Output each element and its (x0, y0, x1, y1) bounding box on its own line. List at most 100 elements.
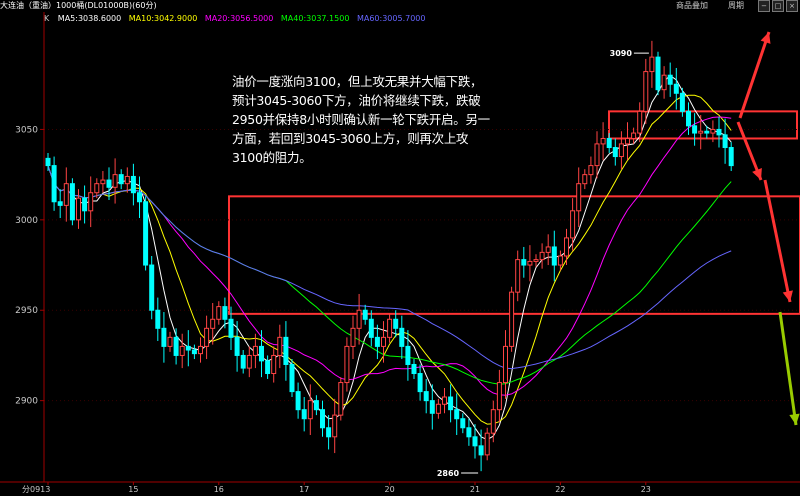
candle-35 (259, 330, 264, 378)
candle-77 (515, 250, 521, 302)
ma-legend: K MA5:3038.6000 MA10:3042.9000 MA20:3056… (44, 14, 425, 23)
candle-65 (442, 387, 447, 414)
instrument-title[interactable]: 大连油（重油）1000桶(DL01000B)(60分) (0, 0, 157, 12)
x-tick-label-0: 分0913 (22, 485, 50, 494)
candle-14 (130, 163, 136, 206)
candle-78 (521, 246, 527, 278)
candle-50 (350, 315, 356, 360)
candle-26 (204, 315, 210, 360)
candle-47 (332, 398, 338, 454)
menu-item-period[interactable]: 周期 (728, 0, 744, 12)
candle-101 (661, 66, 667, 99)
candle-105 (686, 102, 691, 135)
candle-16 (143, 196, 149, 271)
x-tick-label-6: 22 (555, 485, 565, 494)
candle-2 (57, 189, 63, 219)
candle-66 (448, 384, 454, 423)
candle-92 (606, 133, 612, 153)
candle-22 (179, 333, 185, 369)
candle-25 (198, 337, 203, 363)
candle-86 (570, 198, 576, 251)
candle-75 (503, 330, 508, 399)
candle-42 (301, 397, 307, 432)
ma20-label: MA20:3056.5000 (204, 14, 274, 23)
x-tick-label-5: 21 (470, 485, 480, 494)
candle-15 (137, 176, 142, 219)
candle-28 (216, 301, 222, 325)
candle-17 (149, 256, 155, 320)
candle-45 (320, 400, 325, 437)
candle-39 (283, 321, 289, 381)
candle-71 (478, 429, 484, 472)
candle-94 (618, 131, 624, 170)
candle-88 (582, 169, 588, 190)
candle-111 (722, 118, 728, 164)
candle-64 (435, 398, 441, 419)
candle-69 (466, 418, 472, 446)
candle-54 (374, 324, 380, 360)
candle-11 (112, 158, 118, 204)
ma5-label: MA5:3038.6000 (57, 14, 122, 23)
candle-1 (51, 156, 57, 211)
candle-102 (667, 62, 673, 97)
candle-36 (265, 355, 271, 379)
candle-3 (63, 167, 69, 222)
candle-18 (155, 297, 161, 341)
candle-68 (460, 413, 466, 434)
candle-58 (399, 315, 405, 360)
candle-20 (167, 331, 173, 352)
ma40-label: MA40:3037.1500 (280, 14, 350, 23)
x-tick-label-3: 17 (299, 485, 309, 494)
candle-4 (69, 178, 75, 226)
candle-48 (338, 377, 344, 421)
chart-header: 大连油（重油）1000桶(DL01000B)(60分) 商品叠加 周期 − □ … (0, 0, 800, 12)
y-tick-label-3000: 3000 (15, 216, 38, 226)
candle-62 (423, 378, 429, 414)
candle-61 (417, 364, 423, 401)
candle-73 (490, 400, 496, 443)
candle-74 (496, 369, 502, 423)
candle-103 (673, 67, 679, 110)
candle-82 (545, 234, 551, 266)
candle-52 (362, 304, 368, 325)
menu-item-add-commodity[interactable]: 商品叠加 (676, 0, 708, 12)
candle-97 (637, 102, 643, 143)
minimize-icon[interactable]: − (758, 0, 770, 12)
candle-87 (576, 167, 582, 228)
close-icon[interactable]: × (786, 0, 798, 12)
candle-33 (246, 346, 252, 378)
candle-23 (185, 330, 191, 367)
candle-31 (234, 321, 240, 372)
candle-67 (454, 393, 460, 435)
candle-6 (82, 185, 88, 224)
candle-37 (271, 346, 277, 383)
candle-13 (124, 167, 130, 193)
analysis-annotation: 油价一度涨向3100，但上攻无果并大幅下跌，预计3045-3060下方，油价将继… (232, 74, 490, 165)
candle-55 (381, 321, 386, 363)
candle-10 (106, 167, 112, 200)
candle-76 (509, 286, 515, 352)
candle-79 (527, 245, 533, 282)
candle-21 (173, 328, 179, 365)
x-tick-label-7: 23 (641, 485, 651, 494)
candle-9 (100, 171, 106, 193)
candle-5 (76, 189, 81, 229)
candle-44 (313, 395, 319, 416)
restore-icon[interactable]: □ (772, 0, 784, 12)
candle-56 (387, 313, 393, 343)
y-tick-label-2950: 2950 (15, 306, 38, 316)
candle-89 (588, 156, 594, 184)
candle-106 (692, 113, 698, 146)
x-tick-label-1: 15 (128, 485, 138, 494)
candle-59 (405, 330, 411, 381)
window-controls: − □ × (758, 0, 798, 12)
candle-83 (551, 230, 557, 282)
candle-41 (295, 382, 301, 419)
ma60-label: MA60:3005.7000 (356, 14, 426, 23)
low-label: 2860 (437, 469, 460, 478)
candle-110 (716, 116, 722, 148)
candle-60 (411, 359, 417, 379)
candle-81 (539, 243, 545, 269)
candle-46 (326, 415, 332, 450)
arrow-down-icon-3 (778, 311, 800, 426)
